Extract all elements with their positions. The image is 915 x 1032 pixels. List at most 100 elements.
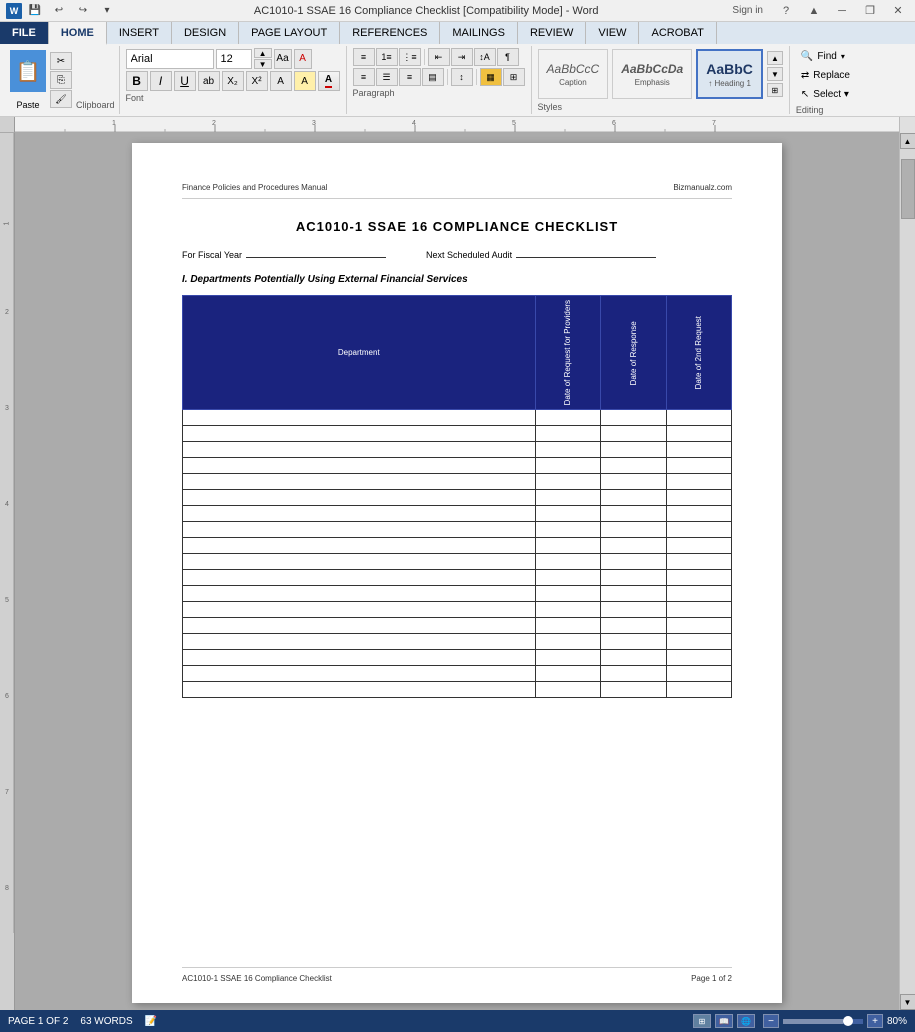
request-cell [535, 666, 600, 682]
paste-button[interactable]: 📋 Paste [8, 48, 48, 112]
strikethrough-button[interactable]: ab [198, 71, 220, 91]
subscript-button[interactable]: X₂ [222, 71, 244, 91]
caption-label: Caption [559, 78, 587, 87]
border-button[interactable]: ⊞ [503, 68, 525, 86]
multilevel-list-button[interactable]: ⋮≡ [399, 48, 421, 66]
copy-button[interactable]: ⎘ [50, 71, 72, 89]
request-cell [535, 426, 600, 442]
font-name-row: ▲ ▼ Aa A [126, 48, 340, 69]
align-center-button[interactable]: ☰ [376, 68, 398, 86]
format-painter-button[interactable]: 🖌 [50, 90, 72, 108]
2nd-request-cell [666, 506, 732, 522]
font-group: ▲ ▼ Aa A B I U ab X₂ X² A A A Font [120, 46, 347, 114]
sign-in-link[interactable]: Sign in [732, 5, 763, 16]
table-row [183, 458, 732, 474]
styles-expand[interactable]: ⊞ [767, 83, 783, 97]
doc-header-left: Finance Policies and Procedures Manual [182, 183, 327, 192]
tab-insert[interactable]: INSERT [107, 22, 172, 44]
font-size-input[interactable] [216, 49, 252, 69]
select-button[interactable]: ↖ Select ▾ [796, 86, 855, 103]
print-layout-btn[interactable]: ⊞ [693, 1014, 711, 1028]
style-emphasis[interactable]: AaBbCcDa Emphasis [612, 49, 692, 99]
tab-design[interactable]: DESIGN [172, 22, 239, 44]
response-cell [601, 602, 666, 618]
zoom-in-btn[interactable]: + [867, 1014, 883, 1028]
tab-home[interactable]: HOME [49, 22, 107, 45]
show-formatting-button[interactable]: ¶ [497, 48, 519, 66]
italic-button[interactable]: I [150, 71, 172, 91]
decrease-indent-button[interactable]: ⇤ [428, 48, 450, 66]
tab-page-layout[interactable]: PAGE LAYOUT [239, 22, 340, 44]
tab-view[interactable]: VIEW [586, 22, 639, 44]
dept-cell [183, 490, 536, 506]
find-button[interactable]: 🔍 Find ▾ [796, 48, 855, 65]
bullets-button[interactable]: ≡ [353, 48, 375, 66]
zoom-slider[interactable] [783, 1019, 863, 1024]
scroll-track[interactable] [900, 149, 915, 994]
highlight-color-button[interactable]: A [294, 71, 316, 91]
align-right-button[interactable]: ≡ [399, 68, 421, 86]
editing-group: 🔍 Find ▾ ⇄ Replace ↖ Select ▾ Editing [790, 46, 861, 114]
col-department: Department [183, 296, 536, 410]
font-name-input[interactable] [126, 49, 214, 69]
text-effects-button[interactable]: A [270, 71, 292, 91]
zoom-fill [783, 1019, 843, 1024]
dept-cell [183, 522, 536, 538]
font-decrease-button[interactable]: ▼ [254, 59, 272, 69]
cut-button[interactable]: ✂ [50, 52, 72, 70]
close-button[interactable]: ✕ [885, 2, 911, 20]
quick-access-redo[interactable]: ↪ [72, 2, 94, 20]
scroll-down-button[interactable]: ▼ [900, 994, 915, 1010]
minimize-button[interactable]: ─ [829, 2, 855, 20]
scroll-up-button[interactable]: ▲ [900, 133, 915, 149]
zoom-percent[interactable]: 80% [887, 1016, 907, 1027]
tab-mailings[interactable]: MAILINGS [440, 22, 518, 44]
tab-references[interactable]: REFERENCES [340, 22, 440, 44]
tab-file[interactable]: FILE [0, 22, 49, 44]
styles-scroll-up[interactable]: ▲ [767, 51, 783, 65]
proofing-icon[interactable]: 📝 [145, 1016, 157, 1027]
sort-button[interactable]: ↕A [474, 48, 496, 66]
font-color-button[interactable]: A [318, 71, 340, 91]
font-increase-button[interactable]: ▲ [254, 48, 272, 58]
quick-access-save[interactable]: 💾 [24, 2, 46, 20]
justify-button[interactable]: ▤ [422, 68, 444, 86]
line-spacing-button[interactable]: ↕ [451, 68, 473, 86]
2nd-request-cell [666, 570, 732, 586]
table-row [183, 570, 732, 586]
ribbon-toggle[interactable]: ▲ [801, 2, 827, 20]
bold-button[interactable]: B [126, 71, 148, 91]
help-button[interactable]: ? [773, 2, 799, 20]
tab-review[interactable]: REVIEW [518, 22, 586, 44]
zoom-out-btn[interactable]: − [763, 1014, 779, 1028]
quick-access-more[interactable]: ▾ [96, 2, 118, 20]
clear-format-button[interactable]: Aa [274, 49, 292, 69]
response-cell [601, 666, 666, 682]
scroll-thumb[interactable] [901, 159, 915, 219]
dept-cell [183, 634, 536, 650]
replace-button[interactable]: ⇄ Replace [796, 67, 855, 84]
ruler-corner [0, 117, 15, 133]
styles-scroll-down[interactable]: ▼ [767, 67, 783, 81]
increase-indent-button[interactable]: ⇥ [451, 48, 473, 66]
doc-footer: AC1010-1 SSAE 16 Compliance Checklist Pa… [182, 967, 732, 983]
table-row [183, 426, 732, 442]
separator [447, 69, 448, 85]
superscript-button[interactable]: X² [246, 71, 268, 91]
ruler-mark-6: 6 [0, 693, 14, 700]
doc-header-right: Bizmanualz.com [673, 183, 732, 192]
numbering-button[interactable]: 1≡ [376, 48, 398, 66]
quick-access-undo[interactable]: ↩ [48, 2, 70, 20]
text-highlight-button[interactable]: A [294, 49, 312, 69]
style-heading1[interactable]: AaBbC ↑ Heading 1 [696, 49, 763, 99]
align-left-button[interactable]: ≡ [353, 68, 375, 86]
shading-button[interactable]: ▦ [480, 68, 502, 86]
table-row [183, 634, 732, 650]
web-layout-btn[interactable]: 🌐 [737, 1014, 755, 1028]
tab-acrobat[interactable]: ACROBAT [639, 22, 716, 44]
read-mode-btn[interactable]: 📖 [715, 1014, 733, 1028]
response-cell [601, 490, 666, 506]
style-caption[interactable]: AaBbCcC Caption [538, 49, 609, 99]
underline-button[interactable]: U [174, 71, 196, 91]
restore-button[interactable]: ❐ [857, 2, 883, 20]
